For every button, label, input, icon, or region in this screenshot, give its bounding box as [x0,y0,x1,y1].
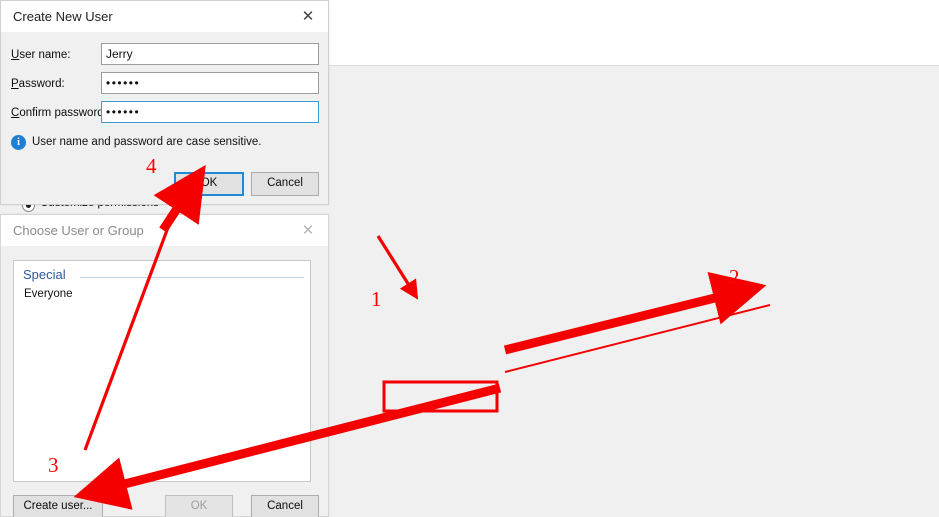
create-user-cancel-button[interactable]: Cancel [251,172,319,196]
confirm-password-label: Confirm password: [11,107,107,119]
create-user-title-bar: Create New User ✕ [1,1,328,32]
group-header-special: Special [23,267,66,282]
create-user-button[interactable]: Create user... [13,495,103,517]
screenshot-root: H) Repositories Name Customize Permissio… [0,0,939,517]
user-name-input[interactable]: Jerry [101,43,319,65]
create-user-cancel-label: Cancel [267,177,303,189]
password-label: Password: [11,78,65,90]
confirm-password-label-text: onfirm password: [19,107,107,119]
info-message: User name and password are case sensitiv… [32,136,262,148]
create-user-ok-label: OK [200,177,218,189]
choose-user-title: Choose User or Group [13,223,144,238]
choose-user-cancel-button[interactable]: Cancel [251,495,319,517]
password-input[interactable]: •••••• [101,72,319,94]
choose-user-ok-label: OK [190,500,208,512]
confirm-password-input[interactable]: •••••• [101,101,319,123]
user-name-label-text: ser name: [19,49,71,61]
info-icon: i [11,135,26,150]
user-group-listbox[interactable]: Special Everyone [13,260,311,482]
list-item[interactable]: Everyone [24,288,73,300]
choose-user-cancel-label: Cancel [267,500,303,512]
choose-user-or-group-dialog: Choose User or Group ✕ Special Everyone … [0,214,329,517]
create-user-title: Create New User [13,9,113,24]
close-icon[interactable]: ✕ [288,1,328,32]
user-name-label: User name: [11,49,71,61]
create-user-body: User name: Jerry Password: •••••• Confir… [1,32,328,204]
create-user-button-label: Create user... [23,500,93,512]
close-icon[interactable]: ✕ [288,215,328,246]
choose-user-title-bar: Choose User or Group ✕ [1,215,328,246]
group-header-rule [80,277,304,278]
create-user-ok-button[interactable]: OK [174,172,244,196]
create-new-user-dialog: Create New User ✕ User name: Jerry Passw… [0,0,329,205]
choose-user-body: Special Everyone Create user... OK Cance… [1,246,328,517]
password-label-text: assword: [18,78,65,90]
choose-user-ok-button[interactable]: OK [165,495,233,517]
